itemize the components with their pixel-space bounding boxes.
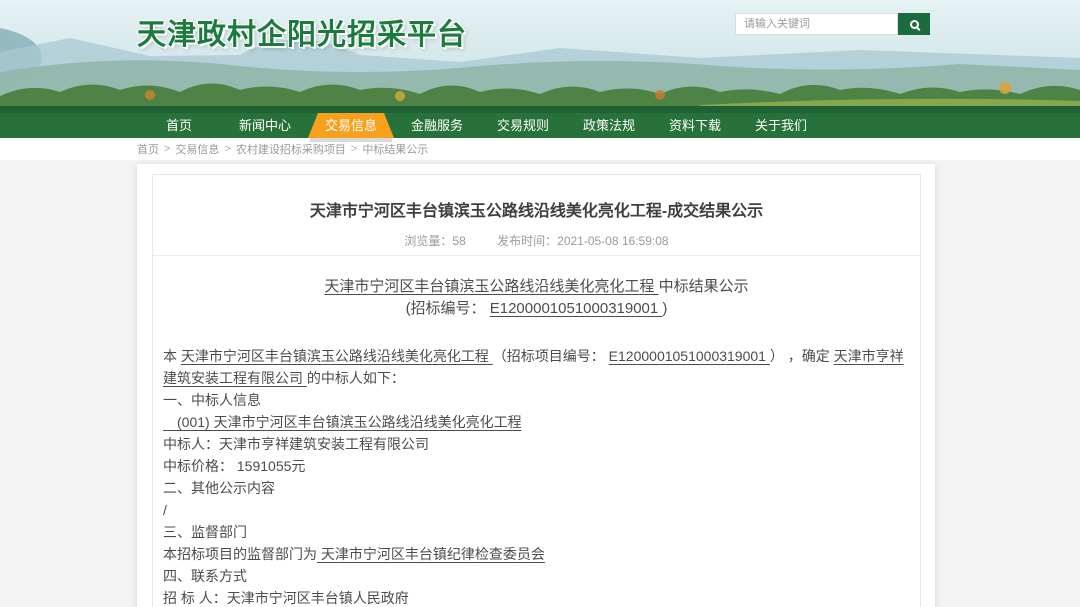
search-bar [735, 13, 930, 35]
breadcrumb-separator: > [224, 143, 230, 155]
breadcrumb-separator: > [164, 143, 170, 155]
header-banner: 天津政村企阳光招采平台 [0, 0, 1080, 113]
nav-item-2[interactable]: 新闻中心 [222, 113, 308, 138]
plain-text: 一、中标人信息 [163, 392, 261, 408]
publish-time: 发布时间：2021-05-08 16:59:08 [497, 234, 668, 248]
plain-text: (招标编号： [406, 300, 490, 317]
plain-text: 本招标项目的监督部门为 [163, 546, 317, 562]
underlined-text: 天津市宁河区丰台镇纪律检查委员会 [317, 546, 545, 562]
article-line: 四、联系方式 [163, 565, 910, 587]
plain-text: ） ，确定 [770, 348, 834, 364]
plain-text: 招 标 人：天津市宁河区丰台镇人民政府 [163, 590, 409, 606]
breadcrumb-item-2[interactable]: 交易信息 [175, 141, 219, 157]
article-line: 三、监督部门 [163, 521, 910, 543]
nav-item-1[interactable]: 首页 [136, 113, 222, 138]
plain-text: 本 [163, 348, 181, 364]
plain-text: ) [662, 300, 667, 317]
main-area: 天津市宁河区丰台镇滨玉公路线沿线美化亮化工程-成交结果公示 浏览量：58 发布时… [0, 164, 1080, 607]
main-nav: 首页新闻中心交易信息金融服务交易规则政策法规资料下载关于我们 [0, 113, 1080, 138]
plain-text: 中标结果公示 [659, 278, 749, 295]
nav-item-6[interactable]: 政策法规 [566, 113, 652, 138]
article-line: 中标价格： 1591055元 [163, 455, 910, 477]
plain-text: 中标价格： 1591055元 [163, 458, 305, 474]
plain-text: （招标项目编号： [493, 348, 609, 364]
underlined-text: (001) 天津市宁河区丰台镇滨玉公路线沿线美化亮化工程 [163, 414, 522, 430]
search-input[interactable] [735, 13, 898, 35]
article-line: 二、其他公示内容 [163, 477, 910, 499]
nav-item-8[interactable]: 关于我们 [738, 113, 824, 138]
article-line: 本 天津市宁河区丰台镇滨玉公路线沿线美化亮化工程 （招标项目编号： E12000… [163, 345, 910, 389]
search-button[interactable] [898, 13, 930, 35]
plain-text: 中标人：天津市亨祥建筑安装工程有限公司 [163, 436, 429, 452]
plain-text: 三、监督部门 [163, 524, 247, 540]
search-icon [910, 20, 919, 29]
nav-item-5[interactable]: 交易规则 [480, 113, 566, 138]
nav-item-4[interactable]: 金融服务 [394, 113, 480, 138]
announcement-subtitle: 天津市宁河区丰台镇滨玉公路线沿线美化亮化工程 中标结果公示 [163, 276, 910, 298]
article-meta: 浏览量：58 发布时间：2021-05-08 16:59:08 [163, 232, 910, 249]
meta-divider [153, 255, 920, 256]
article-line: 一、中标人信息 [163, 389, 910, 411]
plain-text: 四、联系方式 [163, 568, 247, 584]
article-line: 中标人：天津市亨祥建筑安装工程有限公司 [163, 433, 910, 455]
breadcrumb-separator: > [351, 143, 357, 155]
plain-text: 二、其他公示内容 [163, 480, 275, 496]
breadcrumb-item-4[interactable]: 中标结果公示 [362, 141, 428, 157]
nav-item-7[interactable]: 资料下载 [652, 113, 738, 138]
breadcrumb-item-3[interactable]: 农村建设招标采购项目 [236, 141, 346, 157]
breadcrumb-item-1[interactable]: 首页 [137, 141, 159, 157]
article-line: / [163, 499, 910, 521]
nav-item-3[interactable]: 交易信息 [308, 113, 394, 138]
article-title: 天津市宁河区丰台镇滨玉公路线沿线美化亮化工程-成交结果公示 [163, 197, 910, 221]
article-line: (001) 天津市宁河区丰台镇滨玉公路线沿线美化亮化工程 [163, 411, 910, 433]
underlined-text: E1200001051000319001 [609, 348, 770, 364]
article-body: 本 天津市宁河区丰台镇滨玉公路线沿线美化亮化工程 （招标项目编号： E12000… [163, 345, 910, 607]
underlined-text: 天津市宁河区丰台镇滨玉公路线沿线美化亮化工程 [181, 348, 493, 364]
underlined-text: E1200001051000319001 [490, 300, 663, 317]
breadcrumb: 首页 > 交易信息 > 农村建设招标采购项目 > 中标结果公示 [0, 138, 1080, 160]
plain-text: / [163, 502, 167, 518]
underlined-text: 天津市宁河区丰台镇滨玉公路线沿线美化亮化工程 [324, 278, 658, 295]
views-count: 浏览量：58 [404, 234, 465, 248]
content-card: 天津市宁河区丰台镇滨玉公路线沿线美化亮化工程-成交结果公示 浏览量：58 发布时… [137, 164, 935, 607]
plain-text: 的中标人如下： [307, 370, 405, 386]
site-title: 天津政村企阳光招采平台 [137, 11, 467, 53]
announcement-panel: 天津市宁河区丰台镇滨玉公路线沿线美化亮化工程-成交结果公示 浏览量：58 发布时… [152, 174, 921, 607]
article-line: 本招标项目的监督部门为 天津市宁河区丰台镇纪律检查委员会 [163, 543, 910, 565]
article-line: 招 标 人：天津市宁河区丰台镇人民政府 [163, 587, 910, 607]
bid-number-line: (招标编号： E1200001051000319001 ) [163, 298, 910, 320]
